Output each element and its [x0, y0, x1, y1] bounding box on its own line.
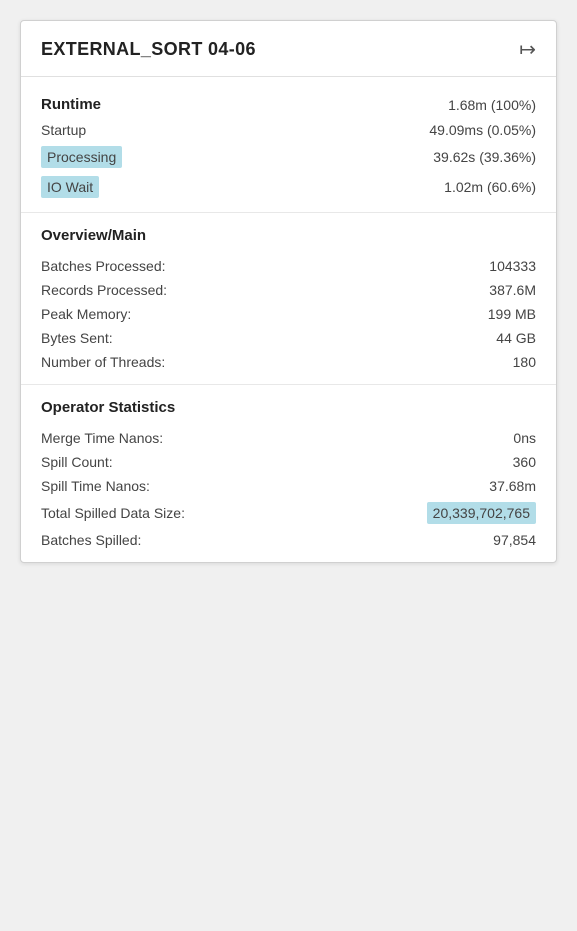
- peak-memory-label: Peak Memory:: [41, 306, 131, 322]
- startup-label: Startup: [41, 122, 86, 138]
- total-spilled-label: Total Spilled Data Size:: [41, 505, 185, 521]
- threads-label: Number of Threads:: [41, 354, 165, 370]
- runtime-section: Runtime 1.68m (100%) Startup 49.09ms (0.…: [21, 77, 556, 213]
- bytes-sent-row: Bytes Sent: 44 GB: [41, 326, 536, 350]
- batches-spilled-label: Batches Spilled:: [41, 532, 141, 548]
- io-wait-label: IO Wait: [41, 176, 99, 198]
- runtime-total-row: Runtime 1.68m (100%): [41, 91, 536, 118]
- threads-row: Number of Threads: 180: [41, 350, 536, 374]
- spill-time-value: 37.68m: [489, 478, 536, 494]
- operator-stats-title: Operator Statistics: [41, 399, 536, 416]
- startup-value: 49.09ms (0.05%): [429, 122, 536, 138]
- card-title: EXTERNAL_SORT 04-06: [41, 39, 256, 60]
- total-spilled-value: 20,339,702,765: [427, 502, 536, 524]
- merge-time-row: Merge Time Nanos: 0ns: [41, 426, 536, 450]
- spill-time-label: Spill Time Nanos:: [41, 478, 150, 494]
- export-icon[interactable]: ↦: [519, 37, 536, 62]
- spill-count-label: Spill Count:: [41, 454, 113, 470]
- total-spilled-row: Total Spilled Data Size: 20,339,702,765: [41, 498, 536, 528]
- merge-time-label: Merge Time Nanos:: [41, 430, 163, 446]
- processing-row: Processing 39.62s (39.36%): [41, 142, 536, 172]
- io-wait-row: IO Wait 1.02m (60.6%): [41, 172, 536, 202]
- operator-stats-section: Operator Statistics Merge Time Nanos: 0n…: [21, 385, 556, 562]
- card-header: EXTERNAL_SORT 04-06 ↦: [21, 21, 556, 77]
- merge-time-value: 0ns: [513, 430, 536, 446]
- runtime-total-value: 1.68m (100%): [448, 97, 536, 113]
- processing-label: Processing: [41, 146, 122, 168]
- records-processed-value: 387.6M: [489, 282, 536, 298]
- batches-spilled-value: 97,854: [493, 532, 536, 548]
- threads-value: 180: [513, 354, 536, 370]
- peak-memory-row: Peak Memory: 199 MB: [41, 302, 536, 326]
- peak-memory-value: 199 MB: [488, 306, 536, 322]
- overview-section: Overview/Main Batches Processed: 104333 …: [21, 213, 556, 385]
- main-card: EXTERNAL_SORT 04-06 ↦ Runtime 1.68m (100…: [20, 20, 557, 563]
- records-processed-row: Records Processed: 387.6M: [41, 278, 536, 302]
- bytes-sent-label: Bytes Sent:: [41, 330, 113, 346]
- spill-time-row: Spill Time Nanos: 37.68m: [41, 474, 536, 498]
- spill-count-row: Spill Count: 360: [41, 450, 536, 474]
- batches-processed-value: 104333: [489, 258, 536, 274]
- runtime-label: Runtime: [41, 96, 101, 113]
- startup-row: Startup 49.09ms (0.05%): [41, 118, 536, 142]
- io-wait-value: 1.02m (60.6%): [444, 179, 536, 195]
- overview-title: Overview/Main: [41, 227, 536, 244]
- records-processed-label: Records Processed:: [41, 282, 167, 298]
- batches-spilled-row: Batches Spilled: 97,854: [41, 528, 536, 552]
- bytes-sent-value: 44 GB: [496, 330, 536, 346]
- spill-count-value: 360: [513, 454, 536, 470]
- batches-processed-row: Batches Processed: 104333: [41, 254, 536, 278]
- processing-value: 39.62s (39.36%): [433, 149, 536, 165]
- batches-processed-label: Batches Processed:: [41, 258, 166, 274]
